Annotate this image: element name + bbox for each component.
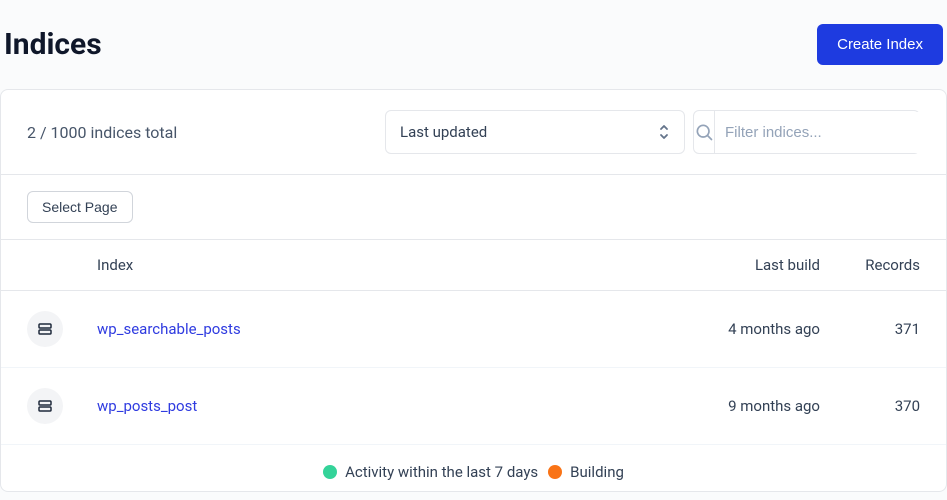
chevron-up-down-icon	[658, 124, 670, 140]
column-header-records: Records	[820, 256, 920, 274]
sort-select-label: Last updated	[400, 123, 487, 141]
legend: Activity within the last 7 days Building	[1, 445, 946, 491]
legend-building-label: Building	[570, 463, 624, 481]
panel-toolbar: 2 / 1000 indices total Last updated	[1, 90, 946, 175]
index-link[interactable]: wp_searchable_posts	[97, 320, 241, 338]
column-header-last-build: Last build	[660, 256, 820, 274]
table-row: wp_searchable_posts 4 months ago 371	[1, 291, 946, 368]
table-row: wp_posts_post 9 months ago 370	[1, 368, 946, 445]
index-icon	[27, 388, 63, 424]
sort-select[interactable]: Last updated	[385, 110, 685, 154]
column-header-index: Index	[97, 256, 660, 274]
indices-count: 2 / 1000 indices total	[27, 123, 177, 142]
records-value: 371	[820, 320, 920, 338]
indices-panel: 2 / 1000 indices total Last updated	[0, 89, 947, 492]
legend-activity-label: Activity within the last 7 days	[345, 463, 538, 481]
index-link[interactable]: wp_posts_post	[97, 397, 197, 415]
select-page-row: Select Page	[1, 175, 946, 240]
dot-green-icon	[323, 465, 337, 479]
select-page-button[interactable]: Select Page	[27, 191, 133, 223]
index-icon	[27, 311, 63, 347]
filter-input-wrap	[693, 110, 920, 154]
legend-building: Building	[548, 463, 624, 481]
search-icon	[694, 111, 715, 153]
table-header: Index Last build Records	[1, 240, 946, 291]
legend-activity: Activity within the last 7 days	[323, 463, 538, 481]
records-value: 370	[820, 397, 920, 415]
dot-orange-icon	[548, 465, 562, 479]
create-index-button[interactable]: Create Index	[817, 24, 943, 65]
last-build-value: 4 months ago	[660, 320, 820, 338]
page-title: Indices	[4, 27, 102, 62]
last-build-value: 9 months ago	[660, 397, 820, 415]
filter-input[interactable]	[715, 112, 934, 153]
